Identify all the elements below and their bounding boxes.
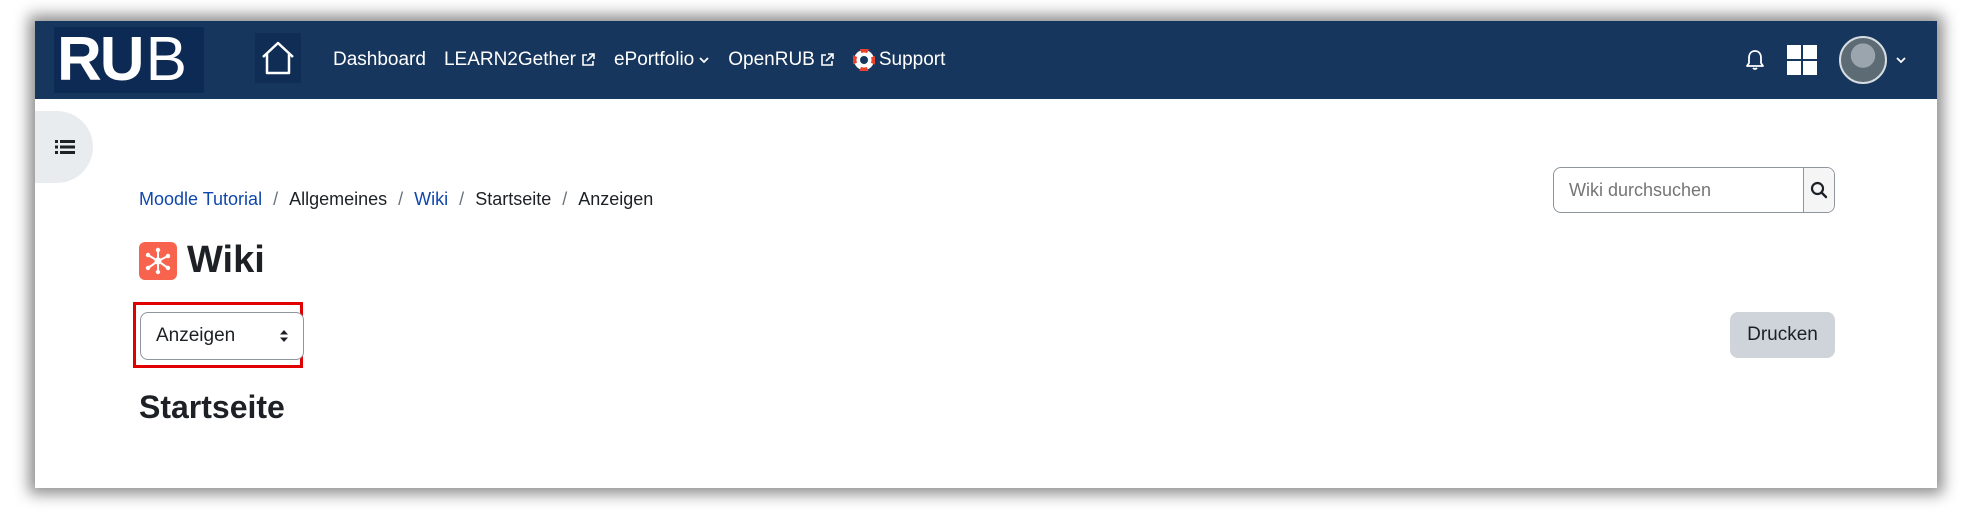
nav-openrub-label: OpenRUB (728, 49, 815, 70)
primary-nav: Dashboard LEARN2Gether ePortfolio OpenRU… (333, 21, 945, 99)
nav-dashboard[interactable]: Dashboard (333, 49, 426, 71)
breadcrumb-current: Anzeigen (578, 189, 654, 209)
logo-text-thin: B (145, 25, 187, 94)
breadcrumb-page: Startseite (475, 189, 552, 209)
breadcrumb-separator: / (398, 189, 404, 209)
rub-logo[interactable]: RU B (54, 27, 204, 93)
wiki-search-button[interactable] (1803, 168, 1834, 212)
section-title: Startseite (139, 389, 285, 425)
nav-openrub[interactable]: OpenRUB (728, 49, 835, 71)
breadcrumb-separator: / (562, 189, 568, 209)
external-link-icon (582, 53, 595, 66)
user-menu-toggle[interactable] (1839, 36, 1907, 84)
grid-icon[interactable] (1787, 45, 1817, 75)
home-icon (262, 41, 294, 75)
chevron-down-icon (1896, 57, 1906, 64)
breadcrumb-separator: / (273, 189, 279, 209)
avatar (1839, 36, 1887, 84)
nav-eportfolio-label: ePortfolio (613, 49, 695, 70)
nav-eportfolio[interactable]: ePortfolio (614, 49, 710, 71)
page-title: Wiki (187, 239, 265, 281)
browser-page: RU B Dashboard LEARN2Gether ePortfolio O… (35, 21, 1937, 488)
wiki-view-select-value: Anzeigen (156, 325, 236, 346)
bell-icon[interactable] (1745, 49, 1765, 71)
wiki-search-input[interactable] (1554, 168, 1803, 212)
home-button[interactable] (255, 33, 301, 83)
list-icon (55, 140, 75, 154)
nav-learn2gether-label: LEARN2Gether (443, 49, 576, 70)
external-link-icon (821, 53, 834, 66)
wiki-view-select[interactable]: Anzeigen (140, 312, 304, 360)
search-icon (1810, 181, 1828, 199)
sort-icon (280, 330, 288, 342)
top-navbar: RU B Dashboard LEARN2Gether ePortfolio O… (35, 21, 1937, 99)
nav-support-label: Support (878, 49, 946, 70)
wiki-icon (139, 241, 177, 280)
logo-text-bold: RU (57, 25, 145, 94)
breadcrumb-separator: / (459, 189, 465, 209)
course-index-toggle[interactable] (35, 111, 93, 183)
nav-support[interactable]: Support (852, 49, 946, 71)
page-header: Wiki (139, 239, 265, 282)
breadcrumb-wiki[interactable]: Wiki (414, 189, 448, 210)
nav-learn2gether[interactable]: LEARN2Gether (444, 49, 596, 71)
breadcrumb-course[interactable]: Moodle Tutorial (139, 189, 262, 210)
breadcrumb: Moodle Tutorial / Allgemeines / Wiki / S… (139, 189, 653, 210)
nav-dashboard-label: Dashboard (333, 49, 426, 70)
user-menu-area (1745, 21, 1907, 99)
breadcrumb-section: Allgemeines (289, 189, 388, 209)
wiki-search (1553, 167, 1835, 213)
chevron-down-icon (699, 57, 709, 64)
print-button[interactable]: Drucken (1730, 312, 1835, 358)
lifebuoy-icon (852, 49, 875, 71)
